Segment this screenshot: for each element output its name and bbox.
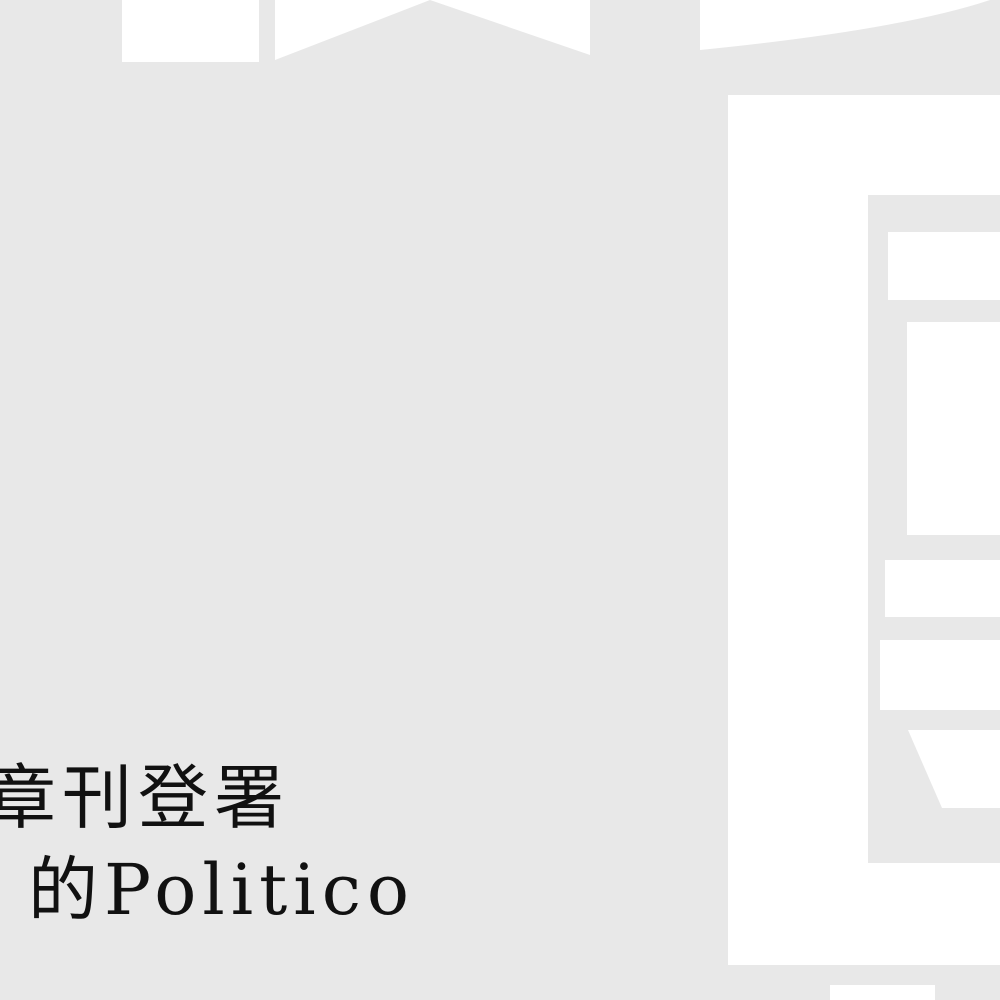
- inner-block-middle: [907, 322, 1000, 535]
- graphic-canvas: 報章刊登署 的Politico: [0, 0, 1000, 1000]
- inner-bar-top: [888, 232, 1000, 300]
- top-chevron-shape: [275, 0, 590, 60]
- top-right-curve-shape: [700, 0, 990, 50]
- caption-line-2: 的Politico: [28, 849, 416, 931]
- caption-text: 報章刊登署 的Politico: [0, 752, 415, 936]
- inner-bar-lower: [885, 560, 1000, 617]
- bottom-block: [830, 985, 935, 1000]
- caption-line-1: 報章刊登署: [0, 757, 290, 839]
- top-left-block: [122, 0, 259, 62]
- inner-bar-bottom: [880, 640, 1000, 710]
